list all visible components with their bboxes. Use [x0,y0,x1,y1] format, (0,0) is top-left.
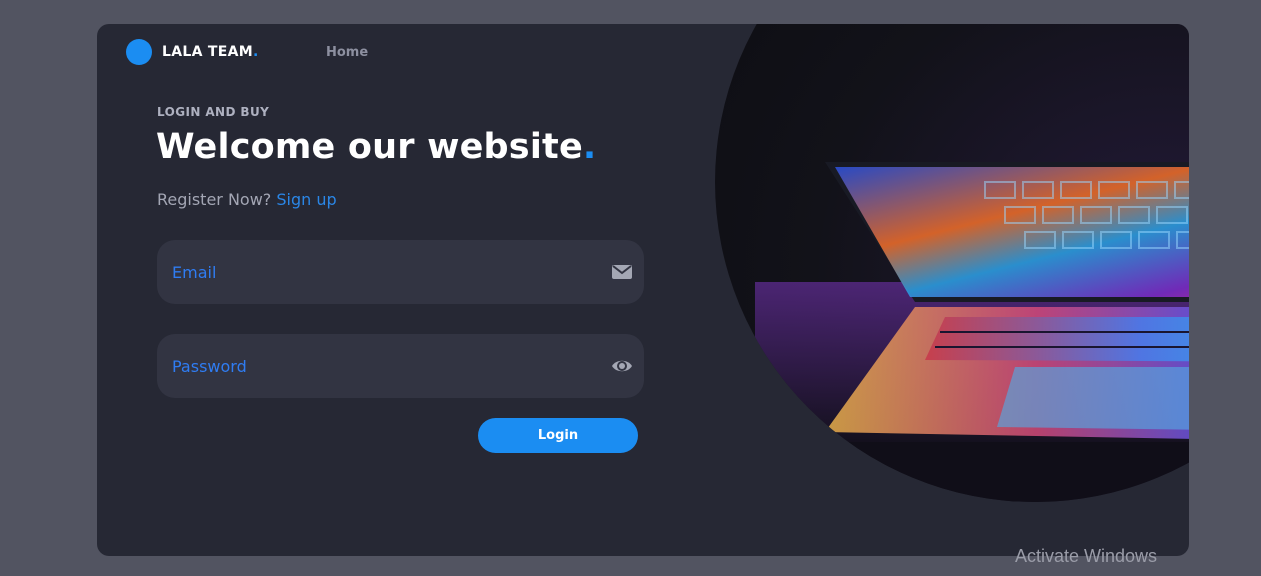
email-field[interactable] [172,240,592,304]
signup-link[interactable]: Sign up [276,190,336,209]
register-prompt: Register Now? Sign up [157,190,337,209]
eyebrow-text: LOGIN AND BUY [157,105,270,119]
nav-home-link[interactable]: Home [326,45,368,60]
laptop-illustration [755,162,1189,502]
envelope-icon [611,261,633,283]
password-field[interactable] [172,334,592,398]
email-field-container [157,240,644,304]
password-field-container [157,334,644,398]
windows-activation-watermark: Activate Windows [1015,546,1158,566]
laptop-hero-image [715,24,1189,502]
eye-icon[interactable] [611,355,633,377]
brand-name: LALA TEAM. [162,44,259,60]
logo-icon [126,39,152,65]
page-title: Welcome our website. [156,127,597,167]
brand[interactable]: LALA TEAM. [126,39,259,65]
login-card: LALA TEAM. Home LOGIN AND BUY Welcome ou… [97,24,1189,556]
login-button[interactable]: Login [478,418,638,453]
